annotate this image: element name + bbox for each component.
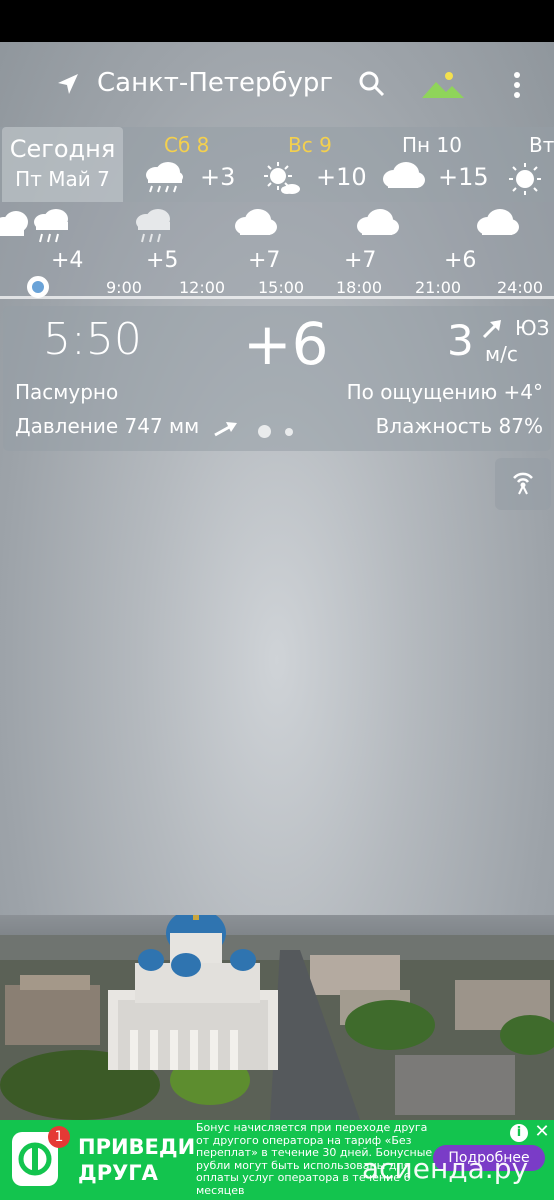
day-name: Вс 9: [288, 133, 332, 157]
ad-title: ПРИВЕДИ ДРУГА: [78, 1135, 196, 1185]
pressure: Давление 747 мм: [15, 414, 200, 438]
hourly-forecast-strip[interactable]: +4 +5 +7 +7 +6 9:00 12:00 15:00 18:00 21…: [0, 202, 554, 299]
watermark: асиенда.ру: [362, 1152, 529, 1185]
landscape-icon[interactable]: [422, 70, 464, 100]
radar-icon: [513, 472, 533, 495]
condition-text: Пасмурно: [15, 380, 119, 404]
radar-button[interactable]: [495, 458, 551, 510]
cloud-icon: [477, 209, 519, 235]
ad-close-icon[interactable]: ✕: [532, 1122, 552, 1142]
page-indicator-dot: [285, 428, 293, 436]
feels-like: По ощущению +4°: [346, 380, 543, 404]
status-bar: [0, 0, 554, 42]
hourly-temp: +4: [51, 248, 84, 273]
day-temp: +3: [200, 163, 236, 191]
city-photo: [0, 915, 554, 1120]
hourly-temp: +7: [344, 248, 377, 273]
current-temp: +6: [243, 310, 329, 378]
day-name: Сб 8: [164, 133, 210, 157]
app-header: Санкт-Петербург: [0, 42, 554, 127]
hourly-temp: +6: [444, 248, 477, 273]
sun-cloud-icon: [264, 162, 300, 194]
time-slider-track: [0, 296, 554, 299]
rain-icon: [146, 162, 183, 193]
hourly-temp: +7: [248, 248, 281, 273]
cloud-icon: [235, 209, 277, 235]
tab-today[interactable]: Сегодня Пт Май 7: [2, 127, 123, 202]
cloud-icon: [357, 209, 399, 235]
hourly-time: 9:00: [106, 278, 142, 297]
page-indicator-dot-active: [258, 425, 271, 438]
ad-info-icon[interactable]: i: [510, 1124, 528, 1142]
hourly-time: 12:00: [179, 278, 226, 297]
day-temp: +15: [438, 163, 489, 191]
navigation-arrow-icon[interactable]: [56, 72, 80, 96]
day-name: Пн 10: [402, 133, 462, 157]
cathedral-illustration: [0, 915, 554, 1120]
day-temp: +10: [316, 163, 367, 191]
hourly-time: 24:00: [497, 278, 544, 297]
wind-direction: ЮЗ: [515, 316, 550, 340]
wind-speed: 3: [447, 316, 474, 365]
hourly-temp: +5: [146, 248, 179, 273]
humidity: Влажность 87%: [375, 414, 543, 438]
sun-icon: [509, 163, 541, 195]
city-name[interactable]: Санкт-Петербург: [97, 68, 333, 98]
more-vert-icon[interactable]: [508, 70, 526, 100]
day-item[interactable]: Сб 8 +3: [130, 127, 245, 202]
hourly-time: 18:00: [336, 278, 383, 297]
day-item[interactable]: Вс 9 +10: [258, 127, 373, 202]
day-name: Вт: [529, 133, 554, 157]
current-weather-card[interactable]: 5:50 +6 3 ЮЗ м/с Пасмурно По ощущению +4…: [3, 306, 551, 451]
cloud-icon: [0, 211, 28, 236]
hourly-time: 21:00: [415, 278, 462, 297]
hourly-time: 15:00: [258, 278, 305, 297]
pressure-trend-arrow-icon: [214, 422, 237, 437]
daily-forecast-strip: Сегодня Пт Май 7 Сб 8 +3 Вс 9 +10 Пн 10 …: [0, 127, 554, 202]
current-time: 5:50: [43, 314, 142, 365]
time-slider-handle[interactable]: [27, 276, 49, 298]
search-icon[interactable]: [358, 70, 386, 98]
day-item[interactable]: Вт: [505, 127, 554, 202]
rain-icon: [136, 209, 170, 243]
rain-icon: [34, 209, 68, 243]
cloud-icon: [383, 162, 425, 188]
today-label: Сегодня: [9, 135, 116, 163]
ad-notification-badge: 1: [48, 1126, 70, 1148]
wind-unit: м/с: [485, 342, 518, 366]
today-date: Пт Май 7: [15, 167, 110, 191]
wind-direction-arrow-icon: [482, 320, 501, 339]
day-item[interactable]: Пн 10 +15: [378, 127, 498, 202]
